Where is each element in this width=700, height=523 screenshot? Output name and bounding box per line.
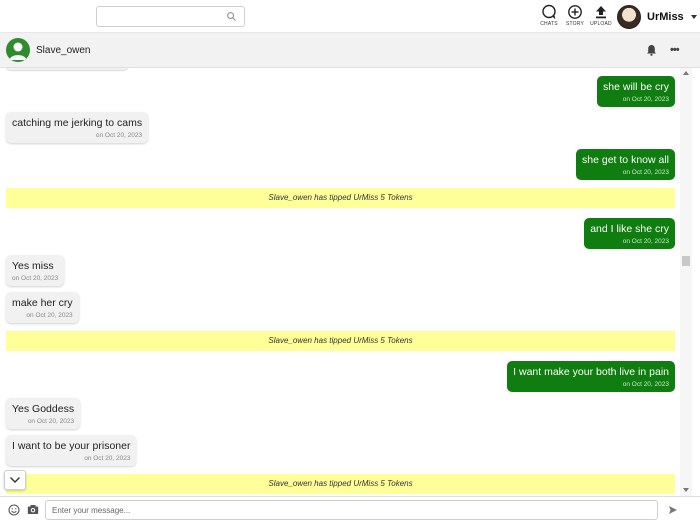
message-date: on Oct 20, 2023 (12, 275, 59, 282)
message-text: make her cry (12, 297, 73, 309)
top-bar: CHATS STORY UPLOAD UrMiss (0, 0, 700, 33)
message-date: on Oct 20, 2023 (622, 381, 669, 388)
message-text: Yes miss (12, 260, 54, 272)
user-menu[interactable]: UrMiss (617, 4, 697, 30)
message-list: she will be cry on Oct 20, 2023 catching… (0, 68, 680, 496)
message-composer (0, 496, 700, 523)
message-date: on Oct 20, 2023 (84, 455, 131, 462)
user-avatar[interactable] (617, 5, 641, 29)
message-incoming: catching me jerking to cams on Oct 20, 2… (6, 112, 149, 143)
message-date: on Oct 20, 2023 (622, 96, 669, 103)
message-text: catching me jerking to cams (12, 117, 143, 129)
more-options-icon[interactable]: ••• (670, 44, 680, 56)
user-name[interactable]: UrMiss (647, 11, 684, 23)
search-icon[interactable] (226, 11, 237, 22)
message-date: on Oct 20, 2023 (622, 238, 669, 245)
message-outgoing: she will be cry on Oct 20, 2023 (597, 76, 675, 107)
tip-notice: Slave_owen has tipped UrMiss 5 Tokens (6, 474, 675, 494)
message-date: on Oct 20, 2023 (26, 312, 73, 319)
nav-upload-button[interactable]: UPLOAD (588, 4, 614, 30)
message-text: she will be cry (603, 81, 669, 93)
nav-upload-label: UPLOAD (590, 21, 612, 27)
search-box[interactable] (96, 6, 245, 27)
message-text: I want to be your prisoner (12, 440, 131, 452)
message-text: Yes Goddess (12, 403, 75, 415)
scroll-up-arrow-icon[interactable] (683, 71, 689, 75)
scrollbar[interactable] (680, 68, 692, 496)
message-outgoing: she get to know all on Oct 20, 2023 (576, 149, 675, 180)
message-outgoing: and I like she cry on Oct 20, 2023 (584, 218, 675, 249)
search-input[interactable] (101, 7, 221, 27)
nav-story-label: STORY (565, 21, 585, 27)
nav-story-button[interactable]: STORY (562, 4, 588, 30)
scroll-to-bottom-button[interactable] (4, 470, 26, 490)
message-date: on Oct 20, 2023 (622, 169, 669, 176)
message-incoming: I want to be your prisoner on Oct 20, 20… (6, 435, 137, 466)
message-text: she get to know all (582, 154, 669, 166)
message-incoming: Yes miss on Oct 20, 2023 (6, 255, 65, 286)
message-incoming: Yes Goddess on Oct 20, 2023 (6, 398, 81, 429)
tip-notice: Slave_owen has tipped UrMiss 5 Tokens (6, 331, 675, 351)
contact-name[interactable]: Slave_owen (36, 45, 90, 56)
camera-icon[interactable] (27, 504, 39, 515)
tip-notice: Slave_owen has tipped UrMiss 5 Tokens (6, 188, 675, 208)
nav-chats-label: CHATS (540, 21, 558, 27)
chat-bubble-icon (542, 4, 556, 19)
emoji-icon[interactable] (8, 504, 20, 516)
scroll-down-arrow-icon[interactable] (683, 488, 689, 492)
message-text: I want make your both live in pain (513, 366, 669, 378)
bell-icon[interactable] (646, 44, 657, 56)
contact-avatar[interactable] (6, 38, 30, 62)
message-incoming: make her cry on Oct 20, 2023 (6, 292, 79, 323)
upload-icon (596, 6, 606, 19)
message-date: on Oct 20, 2023 (27, 418, 75, 425)
user-silhouette-icon (9, 42, 27, 60)
send-icon[interactable] (668, 505, 678, 515)
nav-chats-button[interactable]: CHATS (536, 4, 562, 30)
add-story-icon (568, 5, 582, 19)
chat-header: Slave_owen ••• (0, 33, 700, 68)
caret-down-icon[interactable] (690, 15, 697, 19)
message-input[interactable] (45, 500, 658, 520)
scrollbar-thumb[interactable] (682, 256, 690, 266)
message-outgoing: I want make your both live in pain on Oc… (507, 361, 675, 392)
message-text: and I like she cry (590, 223, 669, 235)
message-date: on Oct 20, 2023 (95, 132, 143, 139)
message-bubble-partial (6, 68, 128, 70)
chevron-down-icon (10, 477, 20, 483)
